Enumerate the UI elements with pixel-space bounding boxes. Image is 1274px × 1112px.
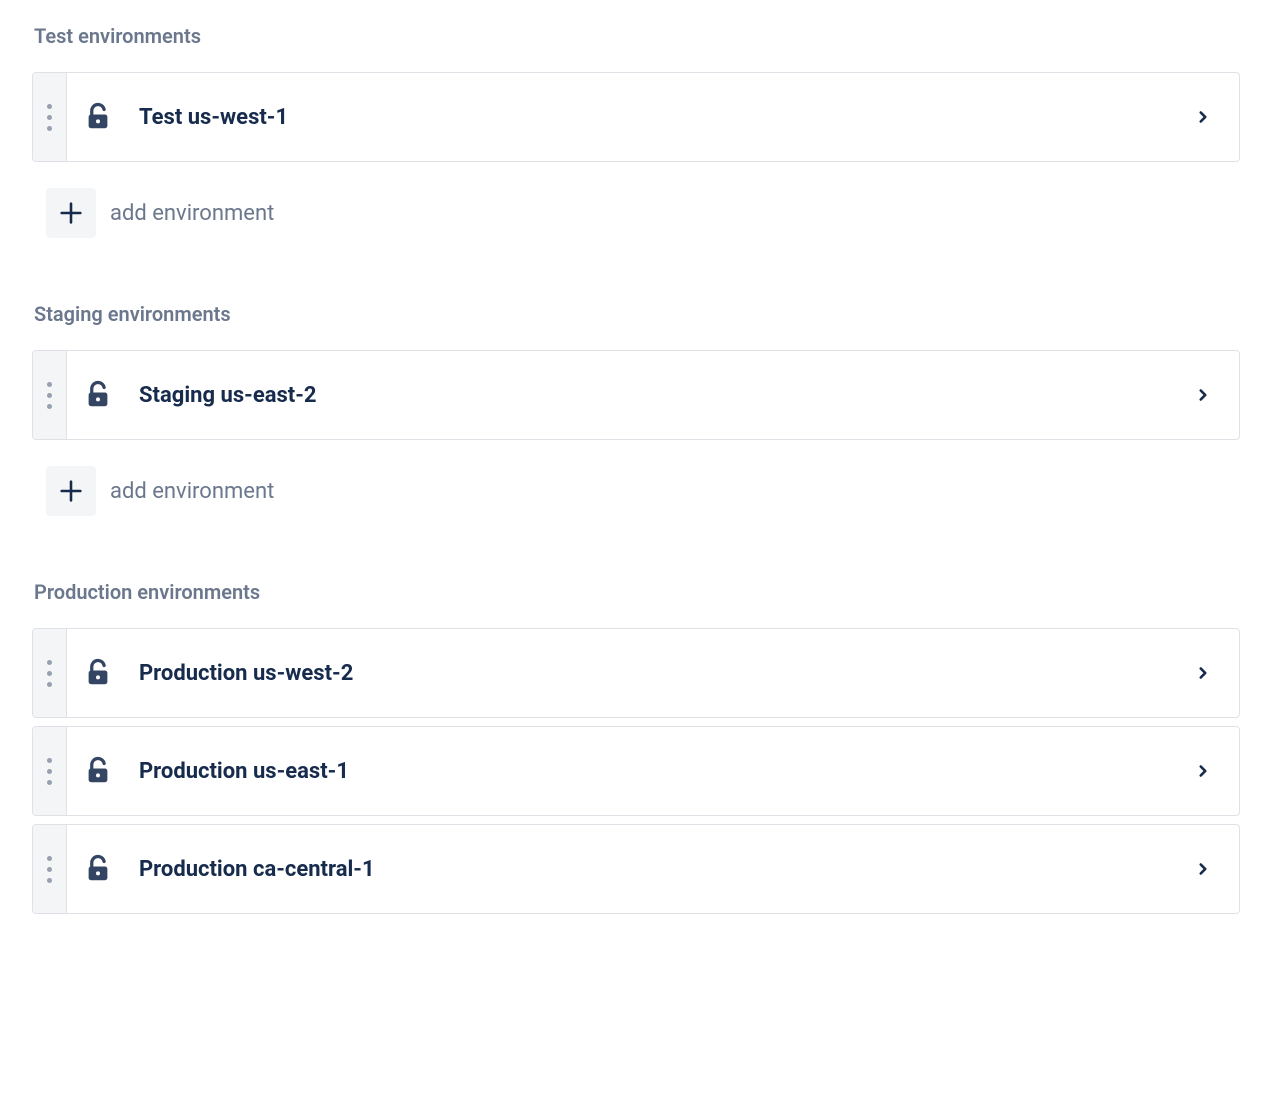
chevron-right-icon xyxy=(1191,661,1215,685)
chevron-right-icon xyxy=(1191,857,1215,881)
add-environment-label: add environment xyxy=(110,201,274,226)
environment-content[interactable]: Production us-east-1 xyxy=(67,727,1239,815)
environment-content[interactable]: Production us-west-2 xyxy=(67,629,1239,717)
environment-list: Production us-west-2 Production us-east-… xyxy=(34,628,1240,914)
unlock-icon xyxy=(81,656,115,690)
drag-dots-icon xyxy=(47,104,52,131)
unlock-icon xyxy=(81,378,115,412)
section-heading: Test environments xyxy=(34,24,1240,48)
environment-section: Test environments Test us-west-1 add env… xyxy=(34,24,1240,238)
drag-handle[interactable] xyxy=(33,629,67,717)
plus-icon xyxy=(46,466,96,516)
add-environment-button[interactable]: add environment xyxy=(46,466,274,516)
drag-handle[interactable] xyxy=(33,73,67,161)
drag-dots-icon xyxy=(47,382,52,409)
add-environment-label: add environment xyxy=(110,479,274,504)
drag-dots-icon xyxy=(47,660,52,687)
chevron-right-icon xyxy=(1191,383,1215,407)
environment-content[interactable]: Test us-west-1 xyxy=(67,73,1239,161)
environment-content[interactable]: Production ca-central-1 xyxy=(67,825,1239,913)
add-environment-button[interactable]: add environment xyxy=(46,188,274,238)
environment-name: Test us-west-1 xyxy=(139,105,1191,130)
unlock-icon xyxy=(81,100,115,134)
environment-name: Production ca-central-1 xyxy=(139,857,1191,882)
drag-dots-icon xyxy=(47,856,52,883)
environment-row: Test us-west-1 xyxy=(32,72,1240,162)
drag-dots-icon xyxy=(47,758,52,785)
environment-name: Production us-west-2 xyxy=(139,661,1191,686)
environment-section: Staging environments Staging us-east-2 a… xyxy=(34,302,1240,516)
environment-content[interactable]: Staging us-east-2 xyxy=(67,351,1239,439)
environment-list: Staging us-east-2 xyxy=(34,350,1240,440)
drag-handle[interactable] xyxy=(33,727,67,815)
environment-name: Staging us-east-2 xyxy=(139,383,1191,408)
drag-handle[interactable] xyxy=(33,825,67,913)
plus-icon xyxy=(46,188,96,238)
environment-list: Test us-west-1 xyxy=(34,72,1240,162)
section-heading: Production environments xyxy=(34,580,1240,604)
environment-name: Production us-east-1 xyxy=(139,759,1191,784)
chevron-right-icon xyxy=(1191,759,1215,783)
environment-section: Production environments Production us-we… xyxy=(34,580,1240,914)
environment-row: Production us-west-2 xyxy=(32,628,1240,718)
unlock-icon xyxy=(81,754,115,788)
environment-row: Staging us-east-2 xyxy=(32,350,1240,440)
environment-row: Production us-east-1 xyxy=(32,726,1240,816)
chevron-right-icon xyxy=(1191,105,1215,129)
drag-handle[interactable] xyxy=(33,351,67,439)
unlock-icon xyxy=(81,852,115,886)
section-heading: Staging environments xyxy=(34,302,1240,326)
environment-row: Production ca-central-1 xyxy=(32,824,1240,914)
